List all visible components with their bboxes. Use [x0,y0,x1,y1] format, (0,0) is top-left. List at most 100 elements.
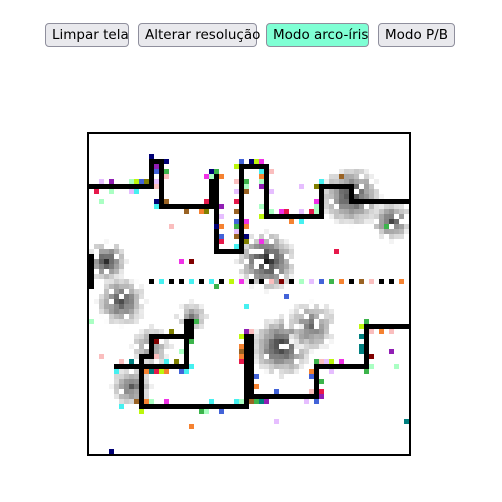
pixel-cell[interactable] [324,344,329,349]
pixel-cell[interactable] [314,214,319,219]
pixel-cell[interactable] [104,299,109,304]
pixel-cell[interactable] [239,169,244,174]
pixel-cell[interactable] [129,309,134,314]
pixel-cell[interactable] [214,219,219,224]
pixel-cell[interactable] [264,349,269,354]
pixel-cell[interactable] [264,254,269,259]
pixel-cell[interactable] [214,204,219,209]
pixel-cell[interactable] [244,349,249,354]
pixel-cell[interactable] [284,279,289,284]
pixel-cell[interactable] [189,364,194,369]
pixel-cell[interactable] [99,249,104,254]
pixel-cell[interactable] [144,394,149,399]
pixel-cell[interactable] [204,204,209,209]
pixel-cell[interactable] [374,189,379,194]
pixel-cell[interactable] [289,319,294,324]
pixel-cell[interactable] [314,334,319,339]
drawing-canvas[interactable] [87,132,411,456]
pixel-cell[interactable] [264,274,269,279]
pixel-cell[interactable] [139,389,144,394]
pixel-cell[interactable] [289,354,294,359]
pixel-cell[interactable] [299,304,304,309]
pixel-cell[interactable] [279,324,284,329]
pixel-cell[interactable] [134,314,139,319]
pixel-cell[interactable] [154,204,159,209]
pixel-cell[interactable] [134,319,139,324]
pixel-cell[interactable] [194,309,199,314]
pixel-cell[interactable] [129,289,134,294]
pixel-cell[interactable] [324,334,329,339]
pixel-cell[interactable] [179,369,184,374]
pixel-cell[interactable] [314,199,319,204]
pixel-cell[interactable] [114,394,119,399]
pixel-cell[interactable] [319,199,324,204]
pixel-cell[interactable] [284,294,289,299]
pixel-cell[interactable] [134,339,139,344]
pixel-cell[interactable] [274,364,279,369]
pixel-cell[interactable] [104,289,109,294]
pixel-cell[interactable] [254,254,259,259]
pixel-cell[interactable] [344,204,349,209]
pixel-cell[interactable] [194,304,199,309]
pixel-cell[interactable] [104,239,109,244]
pixel-cell[interactable] [364,194,369,199]
pixel-cell[interactable] [339,184,344,189]
pixel-cell[interactable] [259,239,264,244]
pixel-cell[interactable] [114,279,119,284]
pixel-cell[interactable] [159,199,164,204]
clear-screen-button[interactable]: Limpar tela [45,23,129,47]
pixel-cell[interactable] [189,204,194,209]
pixel-cell[interactable] [144,364,149,369]
pixel-cell[interactable] [239,199,244,204]
pixel-cell[interactable] [279,334,284,339]
pixel-cell[interactable] [139,404,144,409]
pixel-cell[interactable] [319,359,324,364]
pixel-cell[interactable] [109,179,114,184]
pixel-cell[interactable] [109,309,114,314]
pixel-cell[interactable] [354,199,359,204]
pixel-cell[interactable] [359,209,364,214]
pixel-cell[interactable] [114,299,119,304]
pixel-cell[interactable] [334,249,339,254]
pixel-cell[interactable] [354,174,359,179]
pixel-cell[interactable] [144,384,149,389]
pixel-cell[interactable] [259,244,264,249]
pixel-cell[interactable] [114,319,119,324]
pixel-cell[interactable] [319,339,324,344]
pixel-cell[interactable] [249,379,254,384]
pixel-cell[interactable] [324,204,329,209]
pixel-cell[interactable] [354,219,359,224]
pixel-cell[interactable] [294,354,299,359]
pixel-cell[interactable] [134,294,139,299]
pixel-cell[interactable] [134,364,139,369]
pixel-cell[interactable] [264,324,269,329]
pixel-cell[interactable] [404,199,409,204]
pixel-cell[interactable] [389,204,394,209]
pixel-cell[interactable] [184,359,189,364]
pixel-cell[interactable] [339,214,344,219]
pixel-cell[interactable] [164,359,169,364]
pixel-cell[interactable] [349,184,354,189]
pixel-cell[interactable] [154,164,159,169]
pixel-cell[interactable] [204,199,209,204]
pixel-cell[interactable] [319,329,324,334]
pixel-cell[interactable] [124,379,129,384]
pixel-cell[interactable] [249,269,254,274]
pixel-cell[interactable] [329,319,334,324]
pixel-cell[interactable] [244,364,249,369]
pixel-cell[interactable] [139,284,144,289]
pixel-cell[interactable] [369,209,374,214]
pixel-cell[interactable] [109,264,114,269]
pixel-cell[interactable] [244,219,249,224]
pixel-cell[interactable] [279,284,284,289]
pixel-cell[interactable] [394,234,399,239]
pixel-cell[interactable] [149,399,154,404]
pixel-cell[interactable] [129,394,134,399]
pixel-cell[interactable] [89,274,94,279]
pixel-cell[interactable] [99,259,104,264]
pixel-cell[interactable] [324,179,329,184]
pixel-cell[interactable] [284,259,289,264]
pixel-cell[interactable] [359,364,364,369]
pixel-cell[interactable] [119,359,124,364]
pixel-cell[interactable] [264,339,269,344]
